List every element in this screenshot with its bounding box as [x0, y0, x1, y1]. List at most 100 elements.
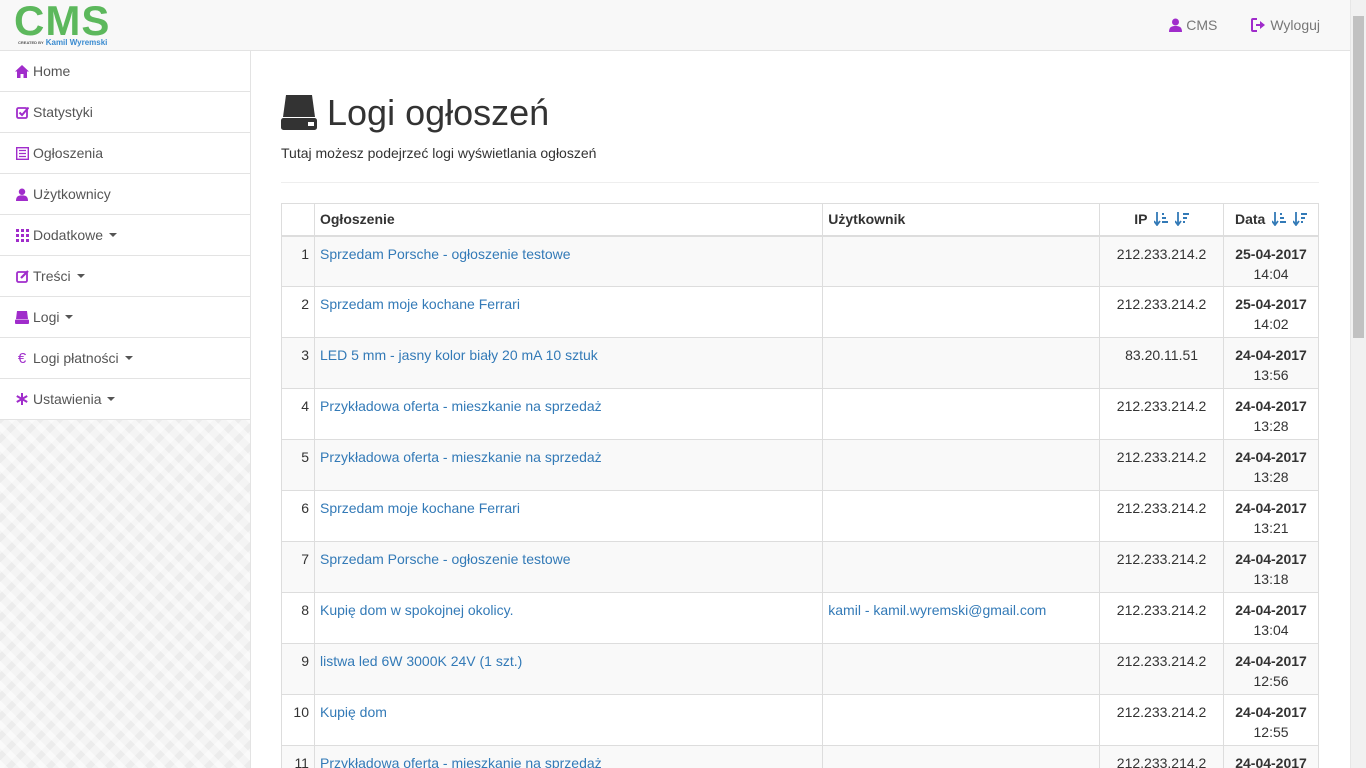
ad-cell: Sprzedam moje kochane Ferrari	[313, 286, 824, 338]
row-number: 3	[281, 337, 315, 389]
grid-icon	[15, 228, 29, 242]
ad-link[interactable]: Przykładowa oferta - mieszkanie na sprze…	[320, 449, 602, 465]
sidebar: Home Statystyki Ogłoszenia Użytkownicy D…	[0, 51, 251, 768]
sidebar-item-dodatkowe[interactable]: Dodatkowe	[0, 215, 250, 256]
sidebar-item-ustawienia[interactable]: Ustawienia	[0, 379, 250, 420]
sort-desc-icon[interactable]	[1292, 212, 1308, 229]
date-value: 24-04-2017	[1235, 602, 1307, 618]
user-cell	[822, 235, 1101, 287]
asterisk-icon	[15, 392, 29, 406]
row-number: 6	[281, 490, 315, 542]
header-ad: Ogłoszenie	[313, 203, 824, 237]
table-row: 1 Sprzedam Porsche - ogłoszenie testowe 21…	[281, 235, 1319, 287]
ad-cell: Sprzedam Porsche - ogłoszenie testowe	[313, 235, 824, 287]
row-number: 11	[281, 745, 315, 768]
ad-link[interactable]: Sprzedam moje kochane Ferrari	[320, 296, 520, 312]
date-value: 24-04-2017	[1235, 551, 1307, 567]
user-cell	[822, 337, 1101, 389]
date-cell: 24-04-2017 13:28	[1223, 388, 1319, 440]
header-num	[281, 203, 315, 237]
user-cell	[822, 694, 1101, 746]
hdd-icon	[281, 95, 317, 130]
cms-user-link[interactable]: CMS	[1169, 17, 1217, 33]
divider	[281, 182, 1319, 183]
sidebar-item-tresci[interactable]: Treści	[0, 256, 250, 297]
sidebar-item-home[interactable]: Home	[0, 51, 250, 92]
date-cell: 24-04-2017 13:56	[1223, 337, 1319, 389]
logout-link[interactable]: Wyloguj	[1251, 17, 1320, 33]
ad-link[interactable]: Sprzedam moje kochane Ferrari	[320, 500, 520, 516]
row-number: 9	[281, 643, 315, 695]
date-value: 25-04-2017	[1235, 296, 1307, 312]
check-square-icon	[15, 105, 29, 119]
time-value: 14:02	[1253, 316, 1289, 332]
logo-author: CREATED BY Kamil Wyremski	[18, 38, 108, 47]
sidebar-item-logi-platnosci[interactable]: € Logi płatności	[0, 338, 250, 379]
user-link[interactable]: kamil - kamil.wyremski@gmail.com	[828, 602, 1046, 618]
ad-link[interactable]: Kupię dom w spokojnej okolicy.	[320, 602, 514, 618]
hdd-icon	[15, 310, 29, 324]
cms-user-label: CMS	[1186, 17, 1218, 33]
ip-cell: 212.233.214.2	[1099, 592, 1225, 644]
user-cell	[822, 745, 1101, 768]
date-cell: 24-04-2017 12:55	[1223, 694, 1319, 746]
chevron-down-icon	[124, 356, 133, 360]
date-cell: 24-04-2017	[1223, 745, 1319, 768]
date-cell: 24-04-2017 13:18	[1223, 541, 1319, 593]
sidebar-item-statystyki[interactable]: Statystyki	[0, 92, 250, 133]
ad-link[interactable]: LED 5 mm - jasny kolor biały 20 mA 10 sz…	[320, 347, 598, 363]
top-navbar: CMS CREATED BY Kamil Wyremski CMS Wyloguj	[0, 0, 1350, 51]
ip-cell: 212.233.214.2	[1099, 694, 1225, 746]
date-cell: 24-04-2017 13:28	[1223, 439, 1319, 491]
row-number: 5	[281, 439, 315, 491]
ad-link[interactable]: Przykładowa oferta - mieszkanie na sprze…	[320, 755, 602, 768]
ip-cell: 212.233.214.2	[1099, 490, 1225, 542]
user-icon	[15, 187, 29, 201]
sort-asc-icon[interactable]	[1271, 212, 1287, 229]
page-subtitle: Tutaj możesz podejrzeć logi wyświetlania…	[281, 145, 597, 161]
ip-cell: 212.233.214.2	[1099, 643, 1225, 695]
vertical-scrollbar[interactable]	[1350, 0, 1366, 768]
ad-link[interactable]: Sprzedam Porsche - ogłoszenie testowe	[320, 551, 571, 567]
date-cell: 25-04-2017 14:04	[1223, 235, 1319, 287]
date-value: 24-04-2017	[1235, 704, 1307, 720]
list-alt-icon	[15, 146, 29, 160]
user-cell	[822, 286, 1101, 338]
ip-cell: 83.20.11.51	[1099, 337, 1225, 389]
table-row: 2 Sprzedam moje kochane Ferrari 212.233.21…	[281, 286, 1319, 338]
table-row: 6 Sprzedam moje kochane Ferrari 212.233.21…	[281, 490, 1319, 542]
chevron-down-icon	[76, 274, 85, 278]
ad-link[interactable]: Kupię dom	[320, 704, 387, 720]
home-icon	[15, 64, 29, 78]
user-icon	[1169, 18, 1183, 32]
sort-asc-icon[interactable]	[1153, 212, 1169, 229]
date-value: 24-04-2017	[1235, 500, 1307, 516]
sidebar-item-logi[interactable]: Logi	[0, 297, 250, 338]
sort-desc-icon[interactable]	[1174, 212, 1189, 229]
ad-link[interactable]: listwa led 6W 3000K 24V (1 szt.)	[320, 653, 522, 669]
sidebar-item-ogloszenia[interactable]: Ogłoszenia	[0, 133, 250, 174]
date-cell: 24-04-2017 13:04	[1223, 592, 1319, 644]
cms-logo[interactable]: CMS CREATED BY Kamil Wyremski	[14, 0, 114, 49]
user-cell: kamil - kamil.wyremski@gmail.com	[822, 592, 1101, 644]
ad-cell: Przykładowa oferta - mieszkanie na sprze…	[313, 745, 824, 768]
ad-cell: Przykładowa oferta - mieszkanie na sprze…	[313, 439, 824, 491]
ad-link[interactable]: Sprzedam Porsche - ogłoszenie testowe	[320, 246, 571, 262]
ip-cell: 212.233.214.2	[1099, 439, 1225, 491]
table-row: 4 Przykładowa oferta - mieszkanie na sprz…	[281, 388, 1319, 440]
time-value: 13:21	[1253, 520, 1289, 536]
scrollbar-thumb[interactable]	[1353, 16, 1364, 338]
header-user: Użytkownik	[822, 203, 1101, 237]
user-cell	[822, 439, 1101, 491]
table-header-row: Ogłoszenie Użytkownik IP Data	[281, 203, 1319, 237]
date-value: 24-04-2017	[1235, 449, 1307, 465]
ad-link[interactable]: Przykładowa oferta - mieszkanie na sprze…	[320, 398, 602, 414]
ip-cell: 212.233.214.2	[1099, 235, 1225, 287]
user-cell	[822, 541, 1101, 593]
ad-cell: Kupię dom	[313, 694, 824, 746]
date-cell: 24-04-2017 13:21	[1223, 490, 1319, 542]
page-title: Logi ogłoszeń	[327, 92, 550, 133]
sidebar-item-uzytkownicy[interactable]: Użytkownicy	[0, 174, 250, 215]
time-value: 14:04	[1253, 265, 1289, 282]
ad-cell: LED 5 mm - jasny kolor biały 20 mA 10 sz…	[313, 337, 824, 389]
